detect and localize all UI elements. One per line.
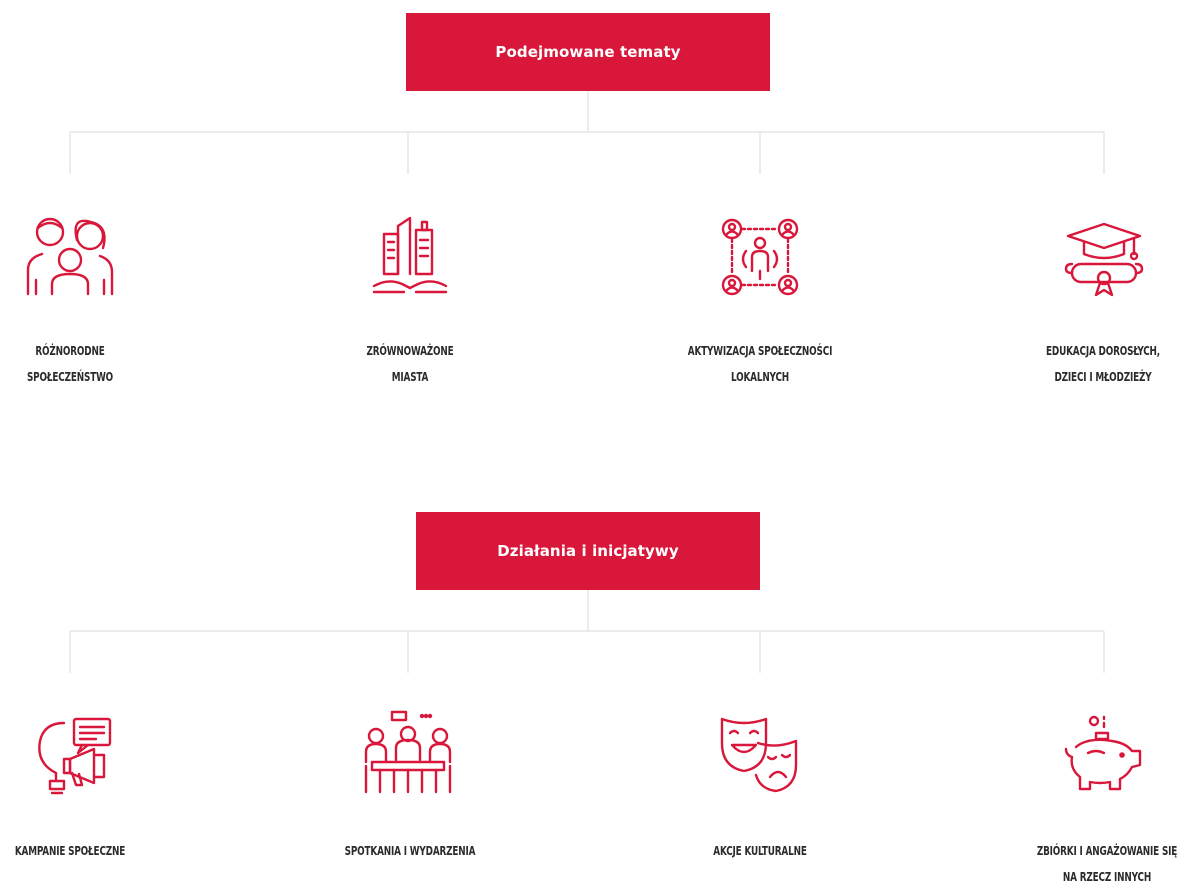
- family-icon: [22, 210, 118, 300]
- community-network-icon: [718, 215, 802, 299]
- actions-header: Działania i inicjatywy: [416, 512, 760, 590]
- action-4-line2: na rzecz innych: [1062, 870, 1152, 884]
- topic-label-diverse-society: Różnorodne społeczeństwo: [13, 338, 128, 390]
- megaphone-idea-icon: [30, 715, 114, 799]
- meeting-icon: [362, 710, 454, 794]
- theater-masks-icon: [718, 713, 802, 793]
- topic-2-line1: Zrównoważone: [366, 344, 454, 358]
- topic-2-line2: miasta: [391, 370, 429, 384]
- topic-label-sustainable-cities: Zrównoważone miasta: [344, 338, 475, 390]
- action-label-social-campaigns: Kampanie społeczne: [0, 838, 144, 864]
- actions-title: Działania i inicjatywy: [497, 542, 679, 560]
- action-label-fundraising: Zbiórki i angażowanie się na rzecz innyc…: [1021, 838, 1187, 890]
- topic-4-line2: dzieci i młodzieży: [1054, 370, 1152, 384]
- action-3-line1: Akcje kulturalne: [713, 844, 807, 858]
- action-label-cultural-actions: Akcje kulturalne: [694, 838, 825, 864]
- action-4-line1: Zbiórki i angażowanie się: [1036, 844, 1178, 858]
- topic-label-community-activation: Aktywizacja społeczności lokalnych: [662, 338, 859, 390]
- topics-section: Podejmowane tematy Różnorodne społeczeńs…: [0, 0, 1187, 440]
- sustainable-city-icon: [370, 212, 450, 296]
- actions-section: Działania i inicjatywy Kampanie społeczn…: [0, 505, 1187, 884]
- topic-label-education: Edukacja dorosłych, dzieci i młodzieży: [1025, 338, 1181, 390]
- topics-header: Podejmowane tematy: [406, 13, 770, 91]
- topic-1-line1: Różnorodne: [35, 344, 105, 358]
- topics-title: Podejmowane tematy: [495, 43, 681, 61]
- action-label-meetings-events: Spotkania i wydarzenia: [320, 838, 500, 864]
- action-1-line1: Kampanie społeczne: [14, 844, 126, 858]
- topic-1-line2: społeczeństwo: [26, 370, 114, 384]
- piggy-bank-icon: [1058, 715, 1144, 795]
- topic-4-line1: Edukacja dorosłych,: [1046, 344, 1160, 358]
- topic-3-line1: Aktywizacja społeczności: [687, 344, 833, 358]
- graduation-diploma-icon: [1062, 220, 1146, 300]
- topic-3-line2: lokalnych: [730, 370, 790, 384]
- action-2-line1: Spotkania i wydarzenia: [344, 844, 476, 858]
